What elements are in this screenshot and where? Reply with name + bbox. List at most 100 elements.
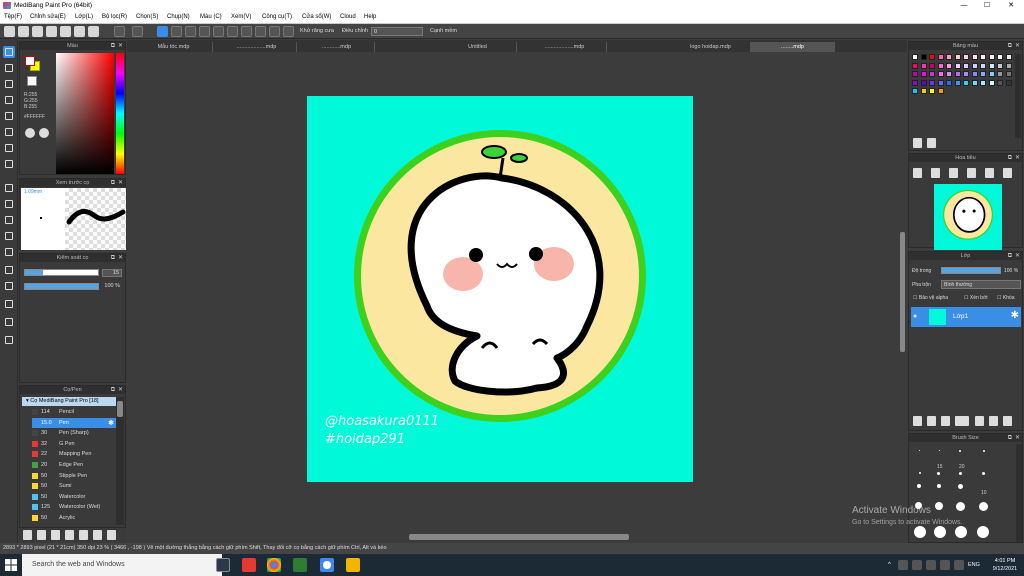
grid-icon[interactable] xyxy=(18,26,29,37)
maximize-button[interactable]: ☐ xyxy=(975,0,999,11)
brush-size-5-dot[interactable] xyxy=(937,472,940,475)
brush-size-9-dot[interactable] xyxy=(937,484,941,488)
tab-3[interactable]: Untitled xyxy=(439,42,517,52)
layer-delete-icon[interactable] xyxy=(1003,416,1012,426)
eraser-tool-icon[interactable] xyxy=(3,62,15,74)
palette-swatch[interactable] xyxy=(997,62,1003,69)
tray-app-icon-3[interactable] xyxy=(926,560,936,570)
menu-cloud[interactable]: Cloud xyxy=(340,14,356,20)
snap-cross-icon[interactable] xyxy=(199,26,210,37)
fill-rect-tool-icon[interactable] xyxy=(3,126,15,138)
tab-6[interactable]: ........mdp xyxy=(751,42,835,52)
operation-tool-icon[interactable] xyxy=(3,280,15,292)
minimize-button[interactable]: — xyxy=(952,0,976,11)
menu-filter[interactable]: Bộ lọc(R) xyxy=(102,14,127,20)
brush-size-1p5-dot[interactable] xyxy=(939,450,940,451)
brush-item-pencil[interactable]: 114 Pencil xyxy=(32,407,116,418)
text-tool-icon[interactable] xyxy=(3,264,15,276)
open-file-icon[interactable] xyxy=(60,26,71,37)
layer-row[interactable]: ● Lớp1 ✱ xyxy=(911,307,1021,327)
menu-edit[interactable]: Chỉnh sửa(E) xyxy=(30,14,66,20)
chrome-icon[interactable] xyxy=(267,558,281,572)
redo-icon[interactable] xyxy=(132,26,143,37)
palette-swatch[interactable] xyxy=(929,54,935,60)
palette-scrollbar[interactable] xyxy=(1015,54,1021,138)
zoom-out-icon[interactable] xyxy=(931,168,940,178)
snap-setting-icon[interactable] xyxy=(283,26,294,37)
menu-capture[interactable]: Chụp(N) xyxy=(167,14,190,20)
brush-size-slider[interactable] xyxy=(24,269,99,276)
palette-swatch[interactable] xyxy=(929,71,935,77)
gradient-tool-icon[interactable] xyxy=(3,158,15,170)
protect-alpha-checkbox[interactable]: ☐ Bảo vệ alpha xyxy=(913,295,948,301)
palette-swatch[interactable] xyxy=(980,71,986,77)
brush-item-mapping-pen[interactable]: 22 Mapping Pen xyxy=(32,449,116,460)
palette-swatch[interactable] xyxy=(954,62,961,69)
snap-parallel-icon[interactable] xyxy=(185,26,196,37)
palette-swatch[interactable] xyxy=(988,79,995,86)
select-eraser-icon[interactable] xyxy=(3,246,15,258)
palette-swatch[interactable] xyxy=(971,54,978,60)
canvas-horizontal-scrollbar[interactable] xyxy=(127,532,907,542)
brush-size-scrollbar[interactable] xyxy=(1016,444,1022,542)
brush-copy-icon[interactable] xyxy=(51,530,60,540)
undo-icon[interactable] xyxy=(114,26,125,37)
palette-swatch[interactable] xyxy=(912,62,918,69)
dot-tool-icon[interactable] xyxy=(3,78,15,90)
snap-radial-icon[interactable] xyxy=(241,26,252,37)
snap-curve-icon[interactable] xyxy=(269,26,280,37)
actual-size-icon[interactable] xyxy=(967,168,976,178)
palette-delete-icon[interactable] xyxy=(927,138,936,148)
layer-opacity-slider[interactable] xyxy=(941,267,1001,274)
snap-circle-icon[interactable] xyxy=(255,26,266,37)
palette-swatch[interactable] xyxy=(920,71,927,77)
transparent-swatch[interactable] xyxy=(27,76,37,86)
fit-icon[interactable] xyxy=(949,168,958,178)
brush-add-icon[interactable] xyxy=(37,530,46,540)
palette-swatch[interactable] xyxy=(1005,62,1012,69)
tab-2[interactable]: ............mdp xyxy=(299,42,375,52)
palette-swatch[interactable] xyxy=(963,62,969,69)
edge-soft-checkbox[interactable]: Cạnh mềm xyxy=(430,28,457,34)
palette-swatch[interactable] xyxy=(1005,79,1012,86)
palette-swatch[interactable] xyxy=(937,79,944,86)
palette-swatch[interactable] xyxy=(937,71,944,77)
brush-item-watercolor[interactable]: 50 Watercolor xyxy=(32,492,116,503)
antialias-icon[interactable] xyxy=(157,26,168,37)
brush-size-14-dot[interactable] xyxy=(979,502,988,511)
brush-size-6-dot[interactable] xyxy=(959,472,962,475)
palette-swatch[interactable] xyxy=(946,62,952,69)
palette-swatch[interactable] xyxy=(997,71,1003,77)
layer-merge-icon[interactable] xyxy=(989,416,998,426)
chrome-profile-icon[interactable] xyxy=(320,558,334,572)
menu-color[interactable]: Màu (C) xyxy=(200,14,222,20)
palette-swatch[interactable] xyxy=(988,62,995,69)
palette-swatch[interactable] xyxy=(954,71,961,77)
palette-swatch[interactable] xyxy=(937,54,944,60)
select-pen-icon[interactable] xyxy=(3,230,15,242)
palette-swatch[interactable] xyxy=(946,54,952,60)
palette-swatch[interactable] xyxy=(971,62,978,69)
magic-wand-icon[interactable] xyxy=(3,214,15,226)
brush-size-7-dot[interactable] xyxy=(982,472,985,475)
brush-size-3-dot[interactable] xyxy=(983,450,985,452)
brush-settings-icon[interactable]: ✱ xyxy=(108,419,114,427)
blend-select[interactable]: Bình thường xyxy=(941,280,1021,289)
palette-swatch[interactable] xyxy=(988,54,995,60)
taskbar-search[interactable]: Search the web and Windows xyxy=(22,554,222,576)
brush-size-16-dot[interactable] xyxy=(934,526,946,538)
tab-4[interactable]: ...................mdp xyxy=(523,42,607,52)
rotate-right-icon[interactable] xyxy=(1003,168,1012,178)
eyedropper-icon[interactable] xyxy=(3,298,15,310)
palette-swatch[interactable] xyxy=(929,88,935,94)
taskbar-clock[interactable]: 4:01 PM 9/12/2021 xyxy=(990,557,1020,573)
palette-swatch[interactable] xyxy=(912,71,918,77)
tray-chevron-icon[interactable]: ^ xyxy=(888,562,891,568)
brush-size-2-dot[interactable] xyxy=(959,450,961,452)
menu-window[interactable]: Cửa sổ(W) xyxy=(302,14,331,20)
lock-checkbox[interactable]: ☐ Khóa xyxy=(997,295,1015,301)
palette-swatch[interactable] xyxy=(946,79,952,86)
brush-size-10-dot[interactable] xyxy=(958,484,963,489)
export-icon[interactable] xyxy=(88,26,99,37)
layer-add-more-icon[interactable] xyxy=(955,416,969,426)
